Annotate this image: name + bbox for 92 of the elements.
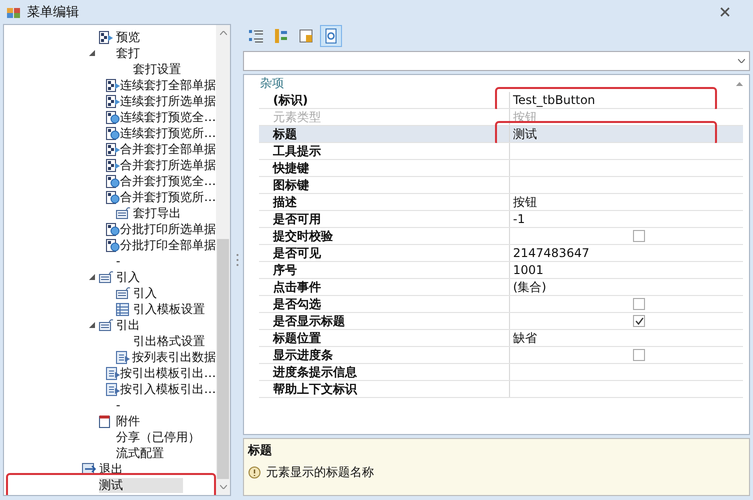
tree-item[interactable]: 分享（已停用）	[116, 430, 200, 444]
property-value[interactable]: 1001	[513, 262, 544, 278]
document-globe-icon	[106, 110, 120, 124]
page-icon	[99, 414, 111, 428]
property-name[interactable]: 是否可用	[259, 211, 510, 227]
tree-item[interactable]: 连续套打预览所…	[120, 126, 216, 140]
tree-item[interactable]: 附件	[116, 414, 140, 428]
tree-item[interactable]: 分批打印全部单据	[120, 238, 216, 252]
property-name[interactable]: 是否显示标题	[259, 313, 510, 329]
tree-item[interactable]: 套打导出	[133, 206, 181, 220]
tree-item[interactable]: 套打设置	[133, 62, 181, 76]
property-name[interactable]: 提交时校验	[259, 228, 510, 244]
help-icon	[323, 28, 339, 44]
document-globe-icon	[106, 190, 120, 204]
document-globe-icon	[106, 238, 120, 252]
exit-icon	[82, 463, 97, 475]
category-label: 杂项	[260, 75, 284, 92]
property-name[interactable]: 点击事件	[259, 279, 510, 295]
tree-item[interactable]: 合并套打所选单据	[120, 158, 216, 172]
tree-item[interactable]: -	[116, 398, 120, 412]
property-name[interactable]: 进度条提示信息	[259, 364, 510, 380]
tree-item[interactable]: 按列表引出数据	[132, 350, 216, 364]
tree-item[interactable]: 合并套打全部单据	[120, 142, 216, 156]
property-name[interactable]: (标识)	[259, 92, 510, 108]
tree-item[interactable]: 连续套打预览全…	[120, 110, 216, 124]
property-value[interactable]: (集合)	[513, 279, 546, 295]
info-icon	[248, 466, 261, 479]
property-name[interactable]: 显示进度条	[259, 347, 510, 363]
window-title: 菜单编辑	[27, 4, 79, 21]
description-title: 标题	[248, 442, 273, 459]
property-name[interactable]: 工具提示	[259, 143, 510, 159]
tree-item[interactable]: 合并套打预览所…	[120, 190, 216, 204]
property-value[interactable]: -1	[513, 211, 525, 227]
document-grid-icon	[106, 78, 120, 92]
property-value[interactable]: 按钮	[513, 194, 537, 210]
property-value[interactable]: 测试	[513, 126, 537, 142]
property-name[interactable]: 快捷键	[259, 160, 510, 176]
tree-item[interactable]: 引出	[116, 318, 140, 332]
document-grid-icon	[106, 94, 120, 108]
expand-arrow-icon[interactable]	[89, 50, 95, 56]
splitter-grip-icon[interactable]	[236, 253, 238, 267]
tree-item[interactable]: 引入模板设置	[133, 302, 205, 316]
property-name[interactable]: 是否勾选	[259, 296, 510, 312]
property-value[interactable]: 缺省	[513, 330, 537, 346]
document-globe-icon	[106, 174, 120, 188]
property-name[interactable]: 标题位置	[259, 330, 510, 346]
table-icon	[116, 302, 129, 316]
scrollbar[interactable]	[216, 25, 230, 495]
tree-item[interactable]: 套打	[116, 46, 140, 60]
document-grid-icon	[106, 158, 120, 172]
tree-item[interactable]: -	[116, 254, 120, 268]
property-value[interactable]: Test_tbButton	[513, 92, 596, 108]
property-name[interactable]: 描述	[259, 194, 510, 210]
dropdown-caret-icon[interactable]	[738, 59, 745, 63]
close-icon[interactable]	[720, 7, 730, 17]
tree-item[interactable]: 连续套打全部单据	[120, 78, 216, 92]
description-text: 元素显示的标题名称	[266, 464, 374, 481]
tree-item[interactable]: 分批打印所选单据	[120, 222, 216, 236]
tree-item[interactable]: 引入	[116, 270, 140, 284]
help-button[interactable]	[320, 25, 342, 47]
document-grid-icon	[106, 142, 120, 156]
collapse-arrow-icon[interactable]	[736, 82, 743, 86]
sort-icon	[273, 28, 289, 44]
tree-item[interactable]: 流式配置	[116, 446, 164, 460]
property-name[interactable]: 是否可见	[259, 245, 510, 261]
tree-item[interactable]: 引出格式设置	[133, 334, 205, 348]
checkbox[interactable]	[633, 298, 645, 310]
property-name[interactable]: 序号	[259, 262, 510, 278]
checkbox[interactable]	[633, 349, 645, 361]
tree-item[interactable]: 预览	[116, 30, 140, 44]
document-globe-icon	[106, 222, 120, 236]
tree-item[interactable]: 引入	[133, 286, 157, 300]
scroll-down-icon[interactable]	[220, 485, 226, 489]
property-name[interactable]: 帮助上下文标识	[259, 381, 510, 397]
tree-item[interactable]: 测试	[99, 478, 183, 492]
tree-item[interactable]: 按引入模板引出…	[120, 382, 216, 396]
tree-item[interactable]: 按引出模板引出…	[120, 366, 216, 380]
app-icon	[7, 6, 21, 18]
expand-arrow-icon[interactable]	[89, 274, 95, 280]
tree-item[interactable]: 合并套打预览全…	[120, 174, 216, 188]
document-grid-icon	[99, 30, 113, 44]
document-globe-icon	[106, 126, 120, 140]
expand-arrow-icon[interactable]	[89, 322, 95, 328]
checkbox[interactable]	[633, 230, 645, 242]
tree-item[interactable]: 连续套打所选单据	[120, 94, 216, 108]
page-icon	[298, 28, 314, 44]
checkbox[interactable]	[633, 315, 645, 327]
scroll-up-icon[interactable]	[220, 31, 226, 35]
categorized-list-icon	[248, 28, 264, 44]
property-value[interactable]: 2147483647	[513, 245, 590, 261]
property-name[interactable]: 标题	[259, 126, 510, 142]
property-name[interactable]: 图标键	[259, 177, 510, 193]
